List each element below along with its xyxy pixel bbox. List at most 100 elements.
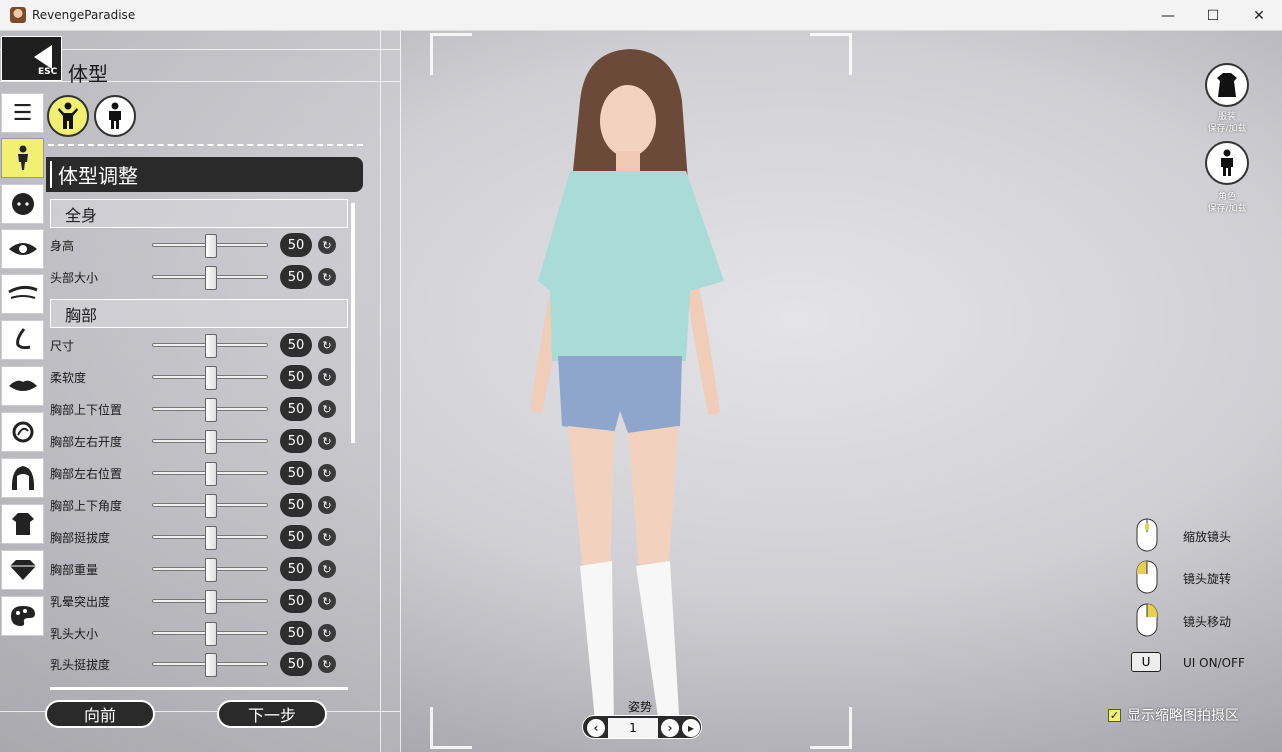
slider-row: 乳头大小 50 ↻ — [50, 618, 350, 650]
thumbnail-toggle-label: 显示缩略图拍摄区 — [1127, 708, 1239, 724]
slider-row: 柔软度 50 ↻ — [50, 362, 350, 394]
category-paint-button[interactable] — [1, 596, 44, 636]
category-hair-button[interactable] — [1, 458, 44, 498]
play-icon: ▸ — [687, 721, 695, 735]
slider-track[interactable] — [152, 622, 268, 646]
slider-track[interactable] — [152, 430, 268, 454]
pose-play-button[interactable]: ▸ — [682, 719, 700, 737]
slider-track[interactable] — [152, 526, 268, 550]
slider-thumb[interactable] — [205, 266, 217, 290]
category-eyebrow-button[interactable] — [1, 274, 44, 314]
close-button[interactable]: ✕ — [1236, 0, 1282, 31]
body-mode-female-button[interactable] — [47, 95, 89, 137]
slider-value[interactable]: 50 — [280, 525, 312, 549]
maximize-button[interactable]: ☐ — [1190, 0, 1236, 31]
slider-value[interactable]: 50 — [280, 333, 312, 357]
reset-icon[interactable]: ↻ — [318, 592, 336, 610]
lips-icon — [8, 380, 37, 391]
slider-track[interactable] — [152, 462, 268, 486]
category-accessory-button[interactable] — [1, 550, 44, 590]
reset-icon[interactable]: ↻ — [318, 624, 336, 642]
slider-track[interactable] — [152, 266, 268, 290]
category-clothing-button[interactable] — [1, 504, 44, 544]
esc-back-button[interactable]: ESC — [1, 36, 62, 81]
checkbox[interactable]: ✓ — [1108, 708, 1121, 722]
slider-thumb[interactable] — [205, 462, 217, 486]
category-body-button[interactable] — [1, 138, 44, 178]
next-button[interactable]: 下一步 — [217, 700, 327, 728]
pose-value: 1 — [608, 718, 658, 738]
reset-icon[interactable]: ↻ — [318, 368, 336, 386]
body-mode-male-button[interactable] — [94, 95, 136, 137]
category-ear-button[interactable] — [1, 412, 44, 452]
group-header-chest[interactable]: 胸部 — [50, 299, 348, 328]
slider-track[interactable] — [152, 653, 268, 677]
slider-value[interactable]: 50 — [280, 493, 312, 517]
slider-thumb[interactable] — [205, 558, 217, 582]
slider-track[interactable] — [152, 234, 268, 258]
move-help-label: 镜头移动 — [1183, 615, 1232, 629]
nose-icon — [15, 328, 30, 350]
group-header-fullbody[interactable]: 全身 — [50, 199, 348, 228]
slider-value[interactable]: 50 — [280, 265, 312, 289]
outfit-save-load-button[interactable] — [1205, 63, 1249, 107]
reset-icon[interactable]: ↻ — [318, 496, 336, 514]
thumbnail-area-toggle[interactable]: ✓ 显示缩略图拍摄区 — [1108, 705, 1239, 725]
slider-value[interactable]: 50 — [280, 557, 312, 581]
slider-thumb[interactable] — [205, 653, 217, 677]
slider-track[interactable] — [152, 398, 268, 422]
reset-icon[interactable]: ↻ — [318, 655, 336, 673]
slider-label: 乳头大小 — [50, 627, 99, 641]
slider-value[interactable]: 50 — [280, 233, 312, 257]
rotate-help-label: 镜头旋转 — [1183, 572, 1232, 586]
category-face-button[interactable] — [1, 184, 44, 224]
reset-icon[interactable]: ↻ — [318, 528, 336, 546]
slider-thumb[interactable] — [205, 622, 217, 646]
reset-icon[interactable]: ↻ — [318, 236, 336, 254]
previous-button[interactable]: 向前 — [45, 700, 155, 728]
pose-prev-button[interactable]: ‹ — [587, 719, 605, 737]
slider-thumb[interactable] — [205, 334, 217, 358]
slider-thumb[interactable] — [205, 366, 217, 390]
slider-track[interactable] — [152, 366, 268, 390]
slider-thumb[interactable] — [205, 234, 217, 258]
frame-corner — [430, 33, 472, 75]
slider-value[interactable]: 50 — [280, 397, 312, 421]
slider-track[interactable] — [152, 494, 268, 518]
slider-track[interactable] — [152, 558, 268, 582]
slider-thumb[interactable] — [205, 398, 217, 422]
character-model — [530, 49, 724, 731]
reset-icon[interactable]: ↻ — [318, 268, 336, 286]
mouse-right-drag-icon — [1136, 603, 1158, 637]
character-label: 角色 — [1217, 192, 1236, 202]
minimize-button[interactable]: — — [1145, 0, 1191, 31]
slider-track[interactable] — [152, 590, 268, 614]
slider-value[interactable]: 50 — [280, 589, 312, 613]
game-viewport[interactable]: ESC 体型 ☰ 体型调整 全身 胸部 身高 50 ↻ 头部大小 50 ↻ 尺寸… — [0, 31, 1282, 752]
category-list-button[interactable]: ☰ — [1, 93, 44, 133]
pose-next-button[interactable]: › — [661, 719, 679, 737]
slider-thumb[interactable] — [205, 526, 217, 550]
panel-scrollbar[interactable] — [351, 203, 355, 443]
category-nose-button[interactable] — [1, 320, 44, 360]
category-lips-button[interactable] — [1, 366, 44, 406]
slider-thumb[interactable] — [205, 494, 217, 518]
reset-icon[interactable]: ↻ — [318, 560, 336, 578]
reset-icon[interactable]: ↻ — [318, 432, 336, 450]
slider-value[interactable]: 50 — [280, 652, 312, 676]
save-load-label: 保存/加载 — [1207, 124, 1247, 134]
slider-thumb[interactable] — [205, 590, 217, 614]
reset-icon[interactable]: ↻ — [318, 400, 336, 418]
reset-icon[interactable]: ↻ — [318, 336, 336, 354]
slider-value[interactable]: 50 — [280, 365, 312, 389]
category-eye-button[interactable] — [1, 229, 44, 269]
slider-track[interactable] — [152, 334, 268, 358]
reset-icon[interactable]: ↻ — [318, 464, 336, 482]
slider-value[interactable]: 50 — [280, 621, 312, 645]
face-icon — [11, 193, 34, 215]
character-save-load-label: 角色 保存/加载 — [1196, 191, 1258, 215]
character-save-load-button[interactable] — [1205, 141, 1249, 185]
slider-value[interactable]: 50 — [280, 461, 312, 485]
slider-value[interactable]: 50 — [280, 429, 312, 453]
slider-thumb[interactable] — [205, 430, 217, 454]
